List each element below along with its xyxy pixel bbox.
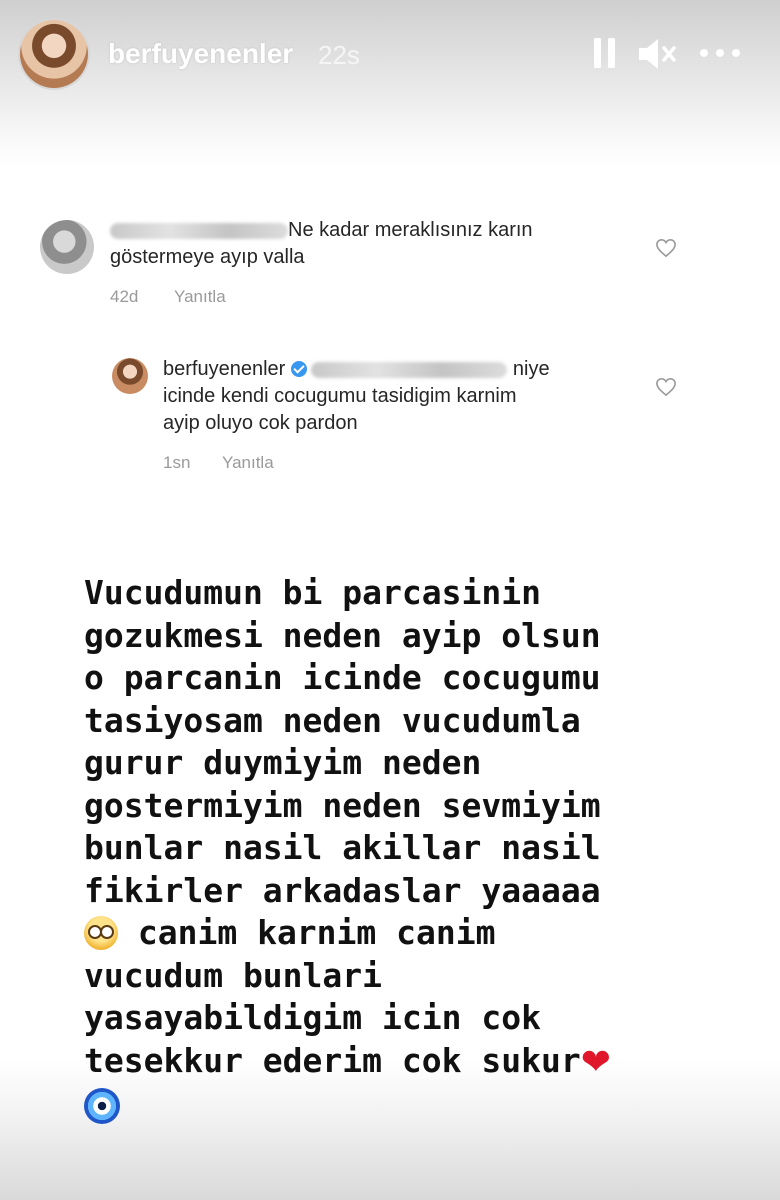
reply-like-heart-icon[interactable] <box>655 377 677 397</box>
red-heart-emoji-icon: ❤ <box>580 1041 611 1083</box>
reply-avatar[interactable] <box>112 358 148 394</box>
comment-age: 42d <box>110 287 139 306</box>
verified-badge-icon <box>291 361 308 377</box>
comment-line1: Ne kadar meraklısınız karın <box>288 219 533 241</box>
comment-text: Ne kadar meraklısınız karın göstermeye a… <box>110 217 630 271</box>
nerd-face-emoji-icon <box>84 916 118 950</box>
reply-age: 1sn <box>163 453 191 472</box>
story-line: gostermiyim neden sevmiyim <box>84 785 601 825</box>
story-line: Vucudumun bi parcasinin <box>84 573 541 612</box>
story-line: tesekkur ederim cok sukur <box>84 1040 581 1080</box>
story-line: o parcanin icinde cocugumu <box>84 658 601 697</box>
reply-text: berfuyenenler niye icinde kendi cocugumu… <box>163 356 643 437</box>
blurred-mention <box>311 361 508 378</box>
profile-avatar[interactable] <box>20 20 88 88</box>
reply-line1-end: niye <box>512 358 550 380</box>
pause-icon[interactable] <box>592 36 618 70</box>
reply-line2: icinde kendi cocugumu tasidigim karnim <box>163 385 517 407</box>
story-line: tasiyosam neden vucudumla <box>84 700 581 740</box>
comment-line2: göstermeye ayıp valla <box>110 246 305 268</box>
story-line: vucudum bunlari <box>84 955 383 995</box>
comment-reply-button[interactable]: Yanıtla <box>174 287 226 307</box>
story-caption: Vucudumun bi parcasinin gozukmesi neden … <box>84 572 724 1127</box>
story-username[interactable]: berfuyenenler <box>108 38 293 70</box>
story-line: canim karnim canim <box>118 913 496 952</box>
story-line: yasayabildigim icin cok <box>84 998 541 1037</box>
reply-line3: ayip oluyo cok pardon <box>163 412 358 434</box>
story-line: gozukmesi neden ayip olsun <box>84 615 601 655</box>
story-line: gurur duymiyim neden <box>84 743 482 782</box>
reply-reply-button[interactable]: Yanıtla <box>222 453 274 473</box>
story-top-gradient <box>0 0 780 170</box>
blurred-username <box>110 222 288 239</box>
comment-like-heart-icon[interactable] <box>655 238 677 258</box>
story-line: fikirler arkadaslar yaaaaa <box>84 870 601 910</box>
reply-username[interactable]: berfuyenenler <box>163 358 285 380</box>
commenter-avatar[interactable] <box>40 220 94 274</box>
evil-eye-emoji-icon <box>84 1088 120 1124</box>
story-time: 22s <box>318 40 360 70</box>
more-icon[interactable] <box>696 36 744 70</box>
story-line: bunlar nasil akillar nasil <box>84 828 601 867</box>
mute-icon[interactable] <box>636 36 680 72</box>
